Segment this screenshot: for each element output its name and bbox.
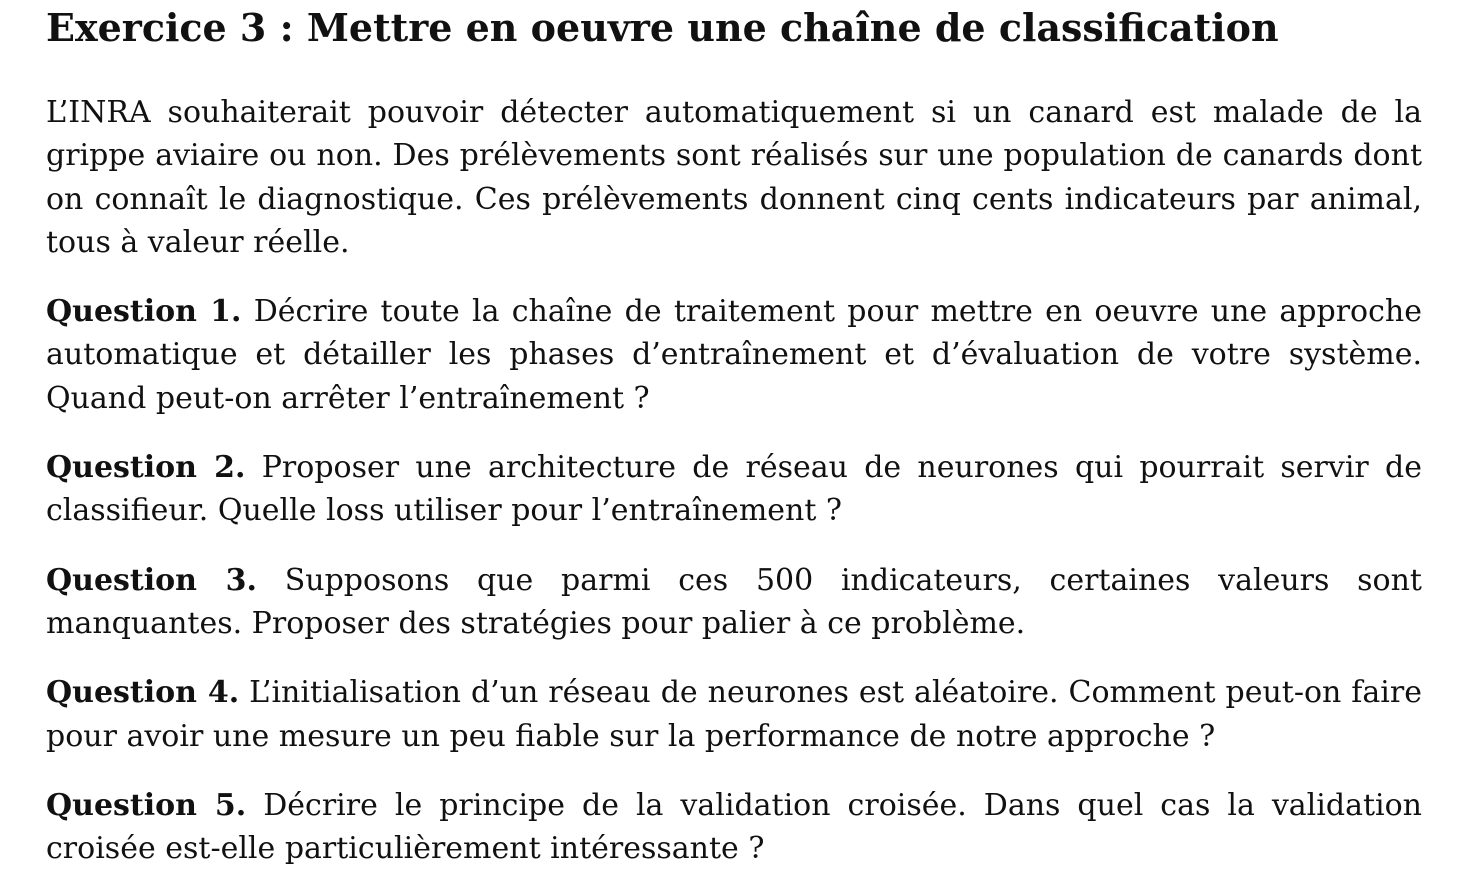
question-3: Question 3. Supposons que parmi ces 500 … xyxy=(46,559,1422,646)
question-5-text: Décrire le principe de la validation cro… xyxy=(46,787,1422,867)
exercise-page: Exercice 3 : Mettre en oeuvre une chaîne… xyxy=(46,0,1422,870)
question-4-label: Question 4. xyxy=(46,675,240,711)
question-4: Question 4. L’initialisation d’un réseau… xyxy=(46,671,1422,758)
question-1: Question 1. Décrire toute la chaîne de t… xyxy=(46,290,1422,420)
question-1-label: Question 1. xyxy=(46,294,242,330)
question-2-text: Proposer une architecture de réseau de n… xyxy=(46,450,1422,529)
question-5: Question 5. Décrire le principe de la va… xyxy=(46,784,1422,871)
question-3-label: Question 3. xyxy=(46,562,257,598)
exercise-intro: L’INRA souhaiterait pouvoir détecter aut… xyxy=(46,95,1422,260)
question-4-text: L’initialisation d’un réseau de neurones… xyxy=(46,675,1422,754)
question-5-label: Question 5. xyxy=(46,787,247,823)
question-1-text: Décrire toute la chaîne de traitement po… xyxy=(46,294,1422,416)
exercise-title: Exercice 3 : Mettre en oeuvre une chaîne… xyxy=(46,5,1279,50)
question-2-label: Question 2. xyxy=(46,450,246,486)
question-2: Question 2. Proposer une architecture de… xyxy=(46,446,1422,533)
